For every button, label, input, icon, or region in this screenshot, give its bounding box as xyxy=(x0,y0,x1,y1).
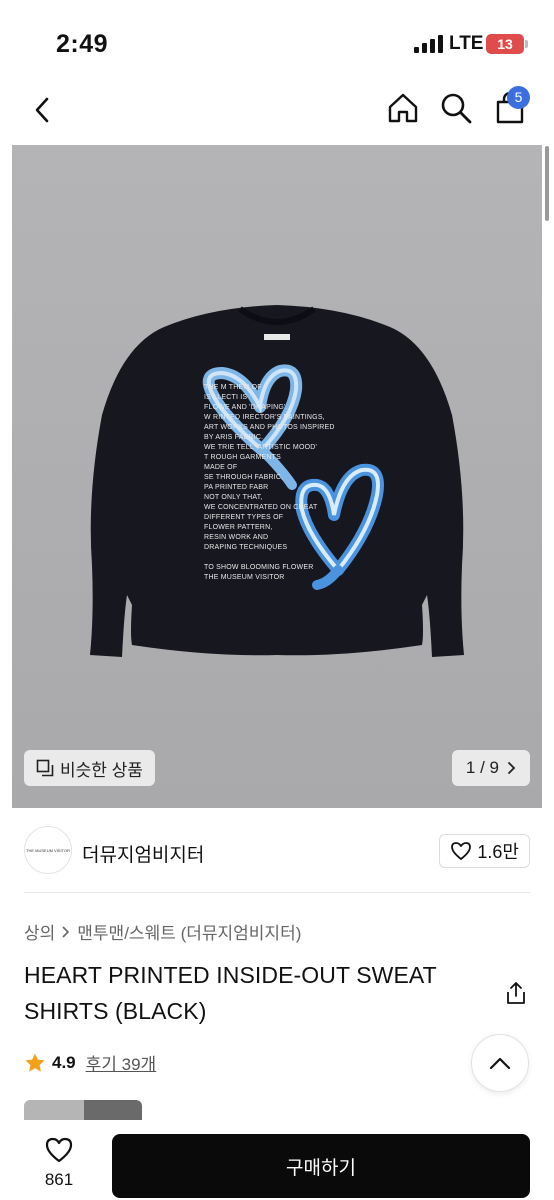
shirt-print-text: THE M THEM OF IS LLECTI IS FLOWE AND 'DRAP… xyxy=(204,383,364,583)
wishlist-count: 861 xyxy=(44,1170,74,1189)
shirt-print-line: FLOWE AND 'DRAPING'. xyxy=(204,404,288,411)
similar-products-button[interactable]: 비슷한 상품 xyxy=(24,750,155,786)
bottom-action-bar: 861 구매하기 xyxy=(0,1120,554,1200)
brand-logo[interactable]: THE MUSEUM VISITOR xyxy=(24,826,72,874)
similar-products-label: 비슷한 상품 xyxy=(60,760,143,780)
status-time: 2:49 xyxy=(56,30,109,58)
review-count-link[interactable]: 후기 39개 xyxy=(86,1050,157,1075)
rating-row: 4.9 후기 39개 xyxy=(24,1050,156,1075)
shirt-print-line: PA PRINTED FABR xyxy=(204,484,269,491)
chevron-right-icon xyxy=(508,762,516,774)
breadcrumb: 상의 맨투맨/스웨트 (더뮤지엄비지터) xyxy=(24,919,301,944)
brand-row: THE MUSEUM VISITOR 더뮤지엄비지터 1.6만 xyxy=(24,826,530,878)
shirt-print-line: WE CONCENTRATED ON CREAT xyxy=(204,504,318,511)
brand-logo-text: THE MUSEUM VISITOR xyxy=(26,847,70,853)
color-option-dark[interactable] xyxy=(84,1100,142,1120)
star-icon xyxy=(25,1053,45,1072)
status-bar: 2:49 LTE 13 xyxy=(0,0,554,80)
shirt-print-line: DRAPING TECHNIQUES xyxy=(204,544,288,551)
shirt-print-line: W RINTED IRECTOR'S PAINTINGS, xyxy=(204,414,325,421)
scroll-to-top-button[interactable] xyxy=(471,1034,529,1092)
heart-outline-icon xyxy=(45,1137,73,1163)
home-icon xyxy=(388,93,418,123)
copy-icon xyxy=(36,759,54,777)
cart-count-badge: 5 xyxy=(507,86,530,109)
shirt-print-line: FLOWER PATTERN, xyxy=(204,524,273,531)
network-label: LTE xyxy=(449,33,484,54)
shirt-print-line: TO SHOW BLOOMING FLOWER xyxy=(204,564,314,571)
shirt-print-line: WE TRIE TELL 'ARTISTIC MOOD' xyxy=(204,444,318,451)
chevron-right-icon xyxy=(62,925,70,938)
shirt-print-line: BY ARIS FABRIC. xyxy=(204,434,264,441)
brand-like-button[interactable]: 1.6만 xyxy=(439,834,530,868)
divider xyxy=(24,892,530,893)
color-option-gray[interactable] xyxy=(24,1100,84,1120)
back-button[interactable] xyxy=(22,90,62,130)
image-page-indicator[interactable]: 1 / 9 xyxy=(451,750,530,786)
shirt-print-line: DIFFERENT TYPES OF xyxy=(204,514,284,521)
heart-outline-icon xyxy=(451,842,472,860)
product-image[interactable]: THE M THEM OF IS LLECTI IS FLOWE AND 'DRAP… xyxy=(12,145,542,808)
shirt-print-line: MADE OF xyxy=(204,464,238,471)
chevron-up-icon xyxy=(489,1057,511,1070)
shirt-print-line: THE MUSEUM VISITOR xyxy=(204,574,285,581)
scrollbar-thumb[interactable] xyxy=(545,146,549,221)
share-button[interactable] xyxy=(500,977,532,1009)
shirt-print-line: THE M THEM OF xyxy=(204,384,262,391)
shirt-print-line xyxy=(204,553,364,563)
brand-name[interactable]: 더뮤지엄비지터 xyxy=(82,840,204,867)
brand-like-count: 1.6만 xyxy=(477,842,519,862)
battery-icon: 13 xyxy=(486,34,528,54)
search-icon xyxy=(441,93,472,124)
breadcrumb-subcategory[interactable]: 맨투맨/스웨트 (더뮤지엄비지터) xyxy=(77,919,301,944)
search-button[interactable] xyxy=(436,88,476,128)
page-counter: 1 / 9 xyxy=(465,758,499,777)
top-nav xyxy=(0,80,554,140)
product-title: HEART PRINTED INSIDE-OUT SWEAT SHIRTS (B… xyxy=(24,962,437,1024)
home-button[interactable] xyxy=(383,88,423,128)
shirt-print-line: ART WORKS AND PHOTOS INSPIRED xyxy=(204,424,335,431)
rating-value: 4.9 xyxy=(52,1052,76,1072)
shirt-print-line: T ROUGH GARMENTS xyxy=(204,454,281,461)
chevron-left-icon xyxy=(35,97,49,123)
signal-icon xyxy=(414,35,444,53)
share-icon xyxy=(507,982,525,1004)
shirt-print-line: SE THROUGH FABRIC, xyxy=(204,474,284,481)
breadcrumb-category[interactable]: 상의 xyxy=(24,919,55,944)
wishlist-button[interactable]: 861 xyxy=(30,1136,88,1196)
shirt-print-line: RESIN WORK AND xyxy=(204,534,269,541)
shirt-print-line: IS LLECTI IS xyxy=(204,394,248,401)
buy-button[interactable]: 구매하기 xyxy=(112,1134,530,1198)
shirt-print-line: NOT ONLY THAT, xyxy=(204,494,263,501)
